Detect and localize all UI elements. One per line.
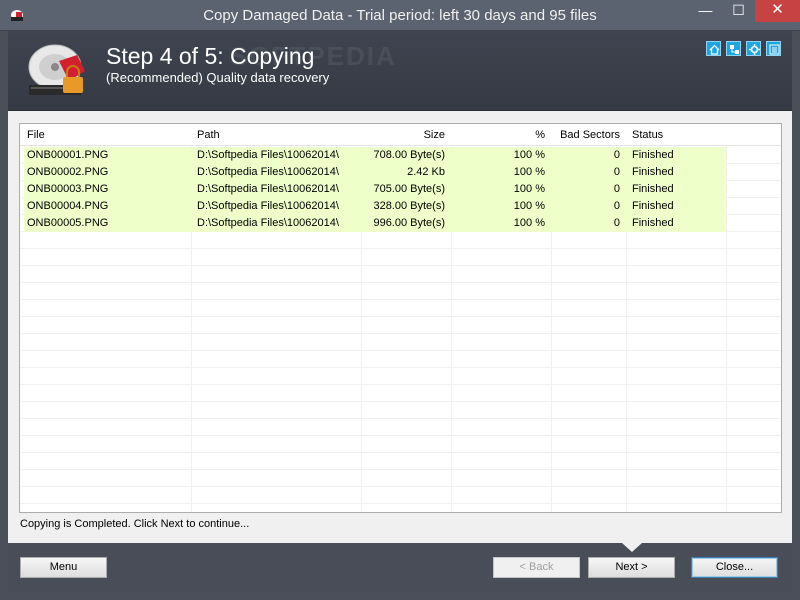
info-icon[interactable] xyxy=(766,41,781,56)
cell-file: ONB00005.PNG xyxy=(27,217,109,229)
column-header-bad-sectors[interactable]: Bad Sectors xyxy=(552,127,625,144)
cell-status: Finished xyxy=(632,183,674,195)
step-title: Step 4 of 5: Copying xyxy=(106,43,315,69)
maximize-button[interactable]: ☐ xyxy=(722,0,755,22)
close-window-button[interactable]: ✕ xyxy=(755,0,800,22)
minimize-button[interactable]: — xyxy=(689,0,722,22)
cell-percent: 100 % xyxy=(513,183,545,195)
cell-size: 328.00 Byte(s) xyxy=(373,200,445,212)
table-row[interactable]: ONB00004.PNG D:\Softpedia Files\10062014… xyxy=(24,198,726,215)
cell-file: ONB00001.PNG xyxy=(27,149,109,161)
cell-bad-sectors: 0 xyxy=(613,166,620,178)
cell-percent: 100 % xyxy=(513,149,545,161)
cell-bad-sectors: 0 xyxy=(613,200,620,212)
cell-file: ONB00002.PNG xyxy=(27,166,109,178)
table-header: File Path Size % Bad Sectors Status xyxy=(20,124,781,146)
cell-percent: 100 % xyxy=(513,166,545,178)
column-header-status[interactable]: Status xyxy=(627,127,725,144)
column-header-file[interactable]: File xyxy=(22,127,190,144)
cell-path: D:\Softpedia Files\10062014\ xyxy=(197,183,339,195)
cell-status: Finished xyxy=(632,217,674,229)
table-row[interactable]: ONB00003.PNG D:\Softpedia Files\10062014… xyxy=(24,181,726,198)
home-icon[interactable] xyxy=(706,41,721,56)
cell-size: 705.00 Byte(s) xyxy=(373,183,445,195)
cell-percent: 100 % xyxy=(513,200,545,212)
back-button[interactable]: < Back xyxy=(493,557,580,578)
table-row[interactable]: ONB00005.PNG D:\Softpedia Files\10062014… xyxy=(24,215,726,232)
cell-status: Finished xyxy=(632,149,674,161)
cell-bad-sectors: 0 xyxy=(613,183,620,195)
step-subtitle: (Recommended) Quality data recovery xyxy=(106,70,330,85)
cell-path: D:\Softpedia Files\10062014\ xyxy=(197,149,339,161)
cell-file: ONB00003.PNG xyxy=(27,183,109,195)
table-row[interactable]: ONB00001.PNG D:\Softpedia Files\10062014… xyxy=(24,147,726,164)
table-row[interactable]: ONB00002.PNG D:\Softpedia Files\10062014… xyxy=(24,164,726,181)
network-icon[interactable] xyxy=(726,41,741,56)
title-bar: Copy Damaged Data - Trial period: left 3… xyxy=(0,0,800,31)
close-button[interactable]: Close... xyxy=(691,557,778,578)
next-button[interactable]: Next > xyxy=(588,557,675,578)
settings-icon[interactable] xyxy=(746,41,761,56)
column-header-path[interactable]: Path xyxy=(192,127,360,144)
cell-size: 996.00 Byte(s) xyxy=(373,217,445,229)
cell-bad-sectors: 0 xyxy=(613,149,620,161)
window-title: Copy Damaged Data - Trial period: left 3… xyxy=(203,7,597,24)
cell-size: 708.00 Byte(s) xyxy=(373,149,445,161)
file-list-table[interactable]: File Path Size % Bad Sectors Status ONB0… xyxy=(19,123,782,513)
main-panel: File Path Size % Bad Sectors Status ONB0… xyxy=(8,111,792,543)
menu-button[interactable]: Menu xyxy=(20,557,107,578)
cell-status: Finished xyxy=(632,200,674,212)
status-message: Copying is Completed. Click Next to cont… xyxy=(20,518,250,530)
wizard-footer: Menu < Back Next > Close... xyxy=(8,543,792,592)
next-pointer-notch xyxy=(622,543,642,552)
column-header-size[interactable]: Size xyxy=(362,127,450,144)
cell-size: 2.42 Kb xyxy=(407,166,445,178)
cell-file: ONB00004.PNG xyxy=(27,200,109,212)
column-header-percent[interactable]: % xyxy=(452,127,550,144)
cell-status: Finished xyxy=(632,166,674,178)
cell-path: D:\Softpedia Files\10062014\ xyxy=(197,217,339,229)
cell-path: D:\Softpedia Files\10062014\ xyxy=(197,200,339,212)
cell-percent: 100 % xyxy=(513,217,545,229)
hard-drive-logo-icon xyxy=(28,44,85,95)
cell-path: D:\Softpedia Files\10062014\ xyxy=(197,166,339,178)
cell-bad-sectors: 0 xyxy=(613,217,620,229)
wizard-header: SOFTPEDIA Step 4 of 5: Copying (Recommen… xyxy=(8,31,792,111)
